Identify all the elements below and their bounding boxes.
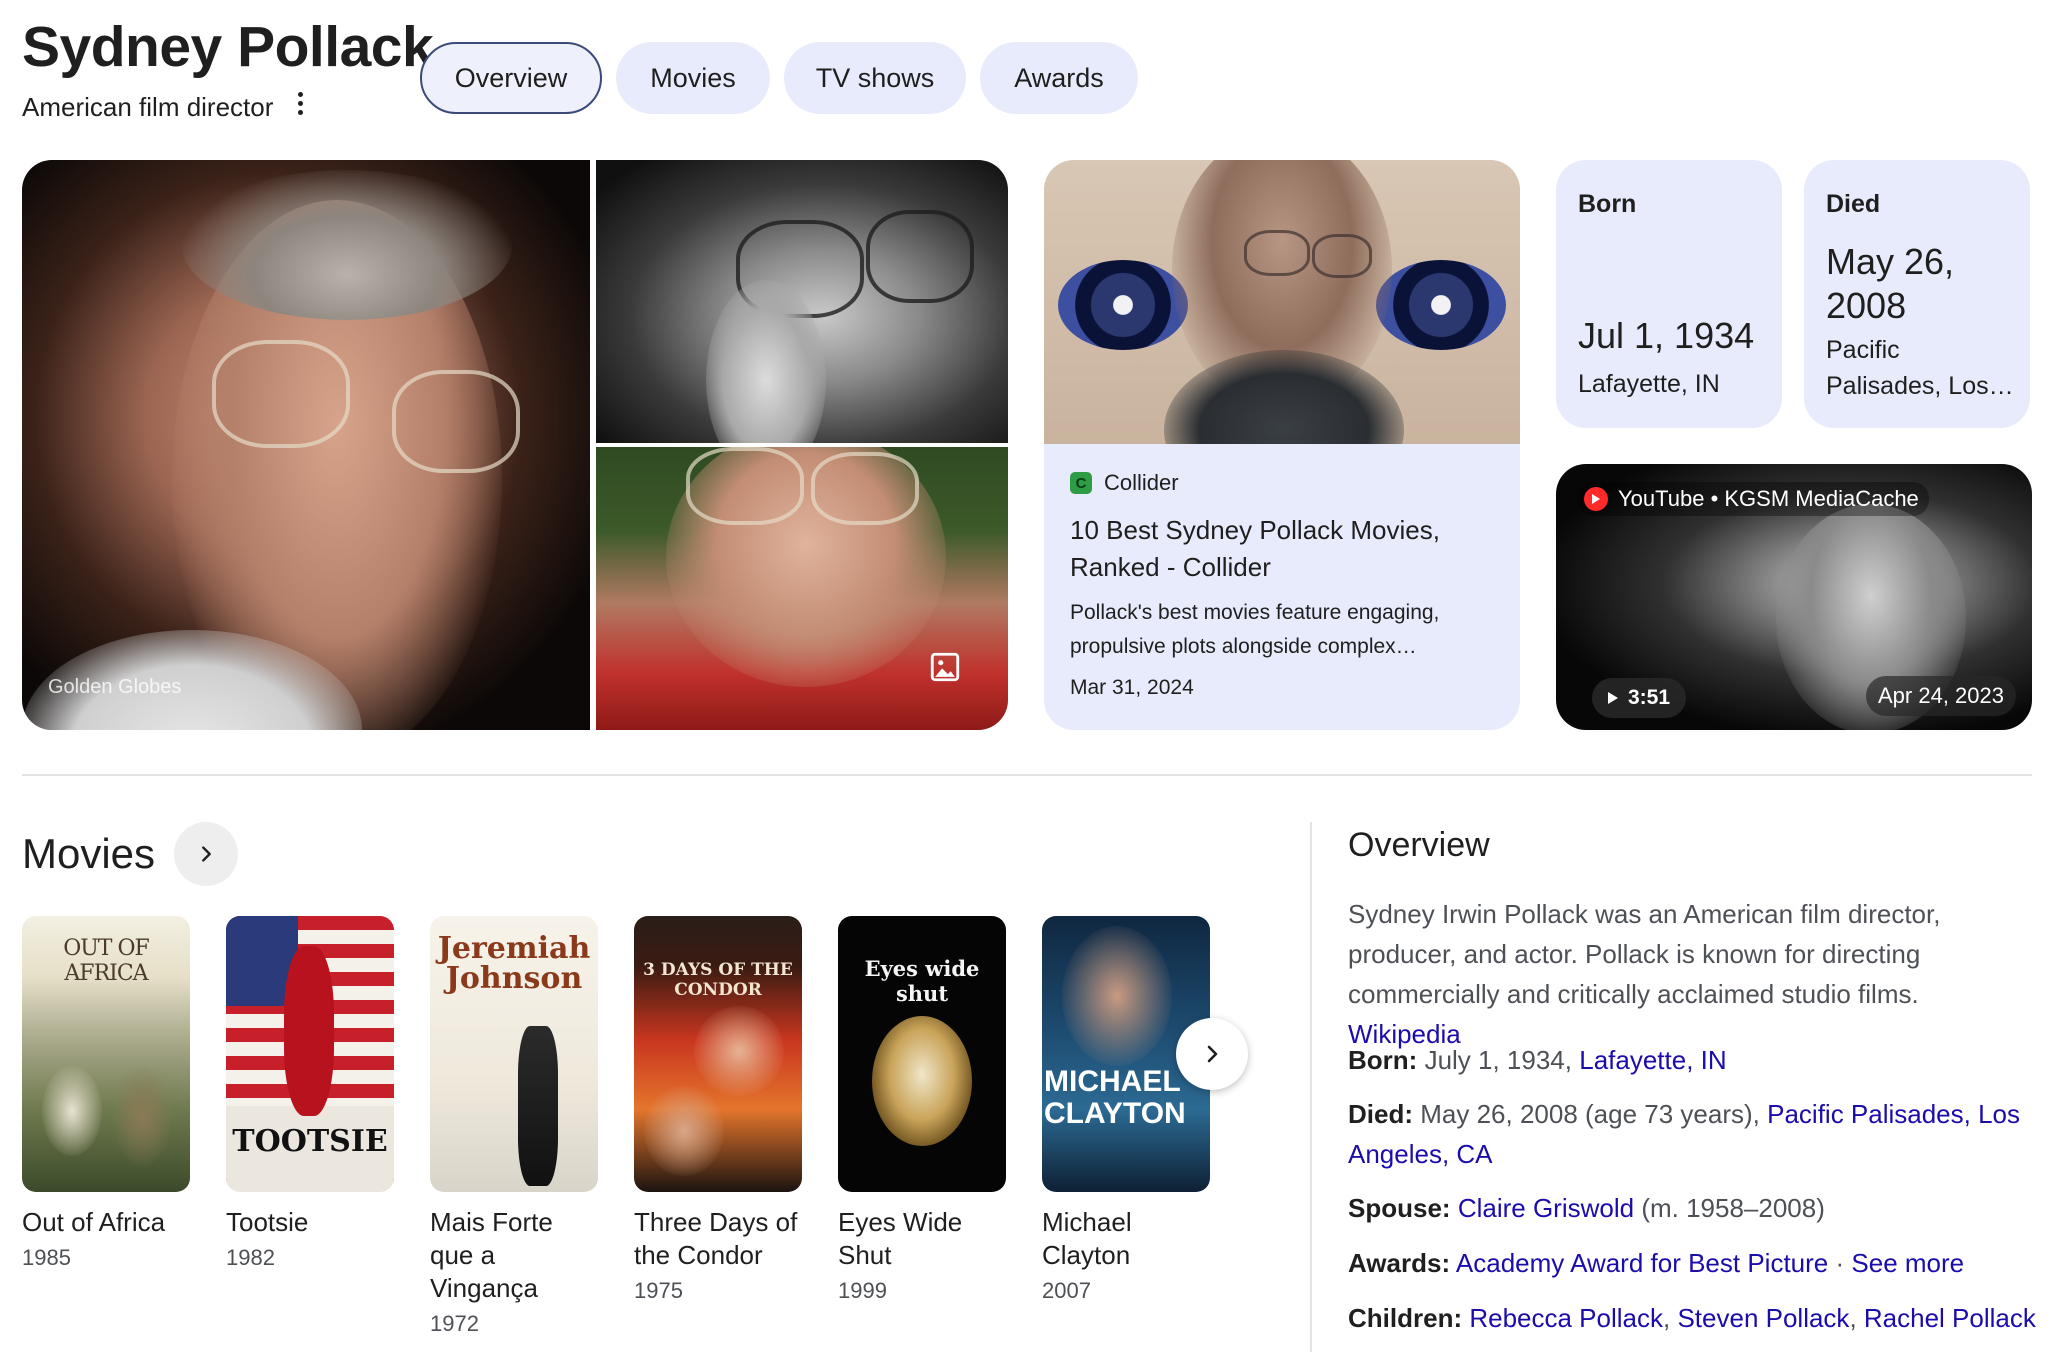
- more-options-icon[interactable]: [288, 88, 312, 118]
- video-duration: 3:51: [1628, 686, 1671, 709]
- tab-tv-shows[interactable]: TV shows: [784, 42, 966, 114]
- article-thumbnail: [1044, 160, 1520, 444]
- fact-born: Born: July 1, 1934, Lafayette, IN: [1348, 1040, 2038, 1080]
- movie-title: Three Days of the Condor: [634, 1207, 798, 1270]
- portrait-photo-red-jacket[interactable]: [596, 447, 1008, 730]
- born-place-link[interactable]: Lafayette, IN: [1579, 1045, 1726, 1075]
- fact-label: Children:: [1348, 1303, 1463, 1333]
- portrait-photo-main[interactable]: [22, 160, 590, 730]
- page-subtitle: American film director: [22, 92, 274, 122]
- video-source: YouTube • KGSM MediaCache: [1578, 482, 1929, 516]
- movie-card-out-of-africa[interactable]: OUT OF AFRICA Out of Africa 1985: [22, 916, 190, 1271]
- overview-heading: Overview: [1348, 826, 1490, 864]
- fact-value: (m. 1958–2008): [1641, 1193, 1825, 1223]
- overview-description: Sydney Irwin Pollack was an American fil…: [1348, 894, 2038, 1054]
- movie-title: Eyes Wide Shut: [838, 1207, 963, 1270]
- born-date: Jul 1, 1934: [1578, 315, 1755, 356]
- video-play-button[interactable]: 3:51: [1592, 678, 1687, 718]
- spouse-link[interactable]: Claire Griswold: [1458, 1193, 1634, 1223]
- fact-awards: Awards: Academy Award for Best Picture ·…: [1348, 1243, 2038, 1283]
- movie-card-three-days-of-the-condor[interactable]: 3 DAYS OF THE CONDOR Three Days of the C…: [634, 916, 802, 1304]
- image-icon[interactable]: [928, 650, 962, 684]
- tab-overview[interactable]: Overview: [420, 42, 602, 114]
- youtube-icon: [1584, 487, 1608, 511]
- tab-awards[interactable]: Awards: [980, 42, 1138, 114]
- video-source-label: YouTube • KGSM MediaCache: [1618, 486, 1919, 511]
- award-link[interactable]: Academy Award for Best Picture: [1456, 1248, 1828, 1278]
- overview-text: Sydney Irwin Pollack was an American fil…: [1348, 899, 1941, 1009]
- tab-bar: Overview Movies TV shows Awards: [420, 42, 1138, 114]
- fact-label: Awards:: [1348, 1248, 1451, 1278]
- child-link[interactable]: Steven Pollack: [1677, 1303, 1849, 1333]
- fact-value: May 26, 2008 (age 73 years),: [1420, 1099, 1760, 1129]
- movie-poster: Jeremiah Johnson: [430, 916, 598, 1192]
- movie-card-michael-clayton[interactable]: MICHAEL CLAYTON Michael Clayton 2007: [1042, 916, 1210, 1304]
- movie-card-eyes-wide-shut[interactable]: Eyes wide shut Eyes Wide Shut 1999: [838, 916, 1006, 1304]
- fact-label: Born:: [1348, 1045, 1418, 1075]
- article-source: C Collider: [1070, 470, 1179, 496]
- fact-died: Died: May 26, 2008 (age 73 years), Pacif…: [1348, 1094, 2038, 1174]
- movies-heading: Movies: [22, 830, 156, 877]
- movie-title: Tootsie: [226, 1207, 309, 1237]
- carousel-next-button[interactable]: [1176, 1018, 1248, 1090]
- play-icon: [1608, 692, 1618, 704]
- movie-title: Out of Africa: [22, 1207, 166, 1237]
- fact-label: Spouse:: [1348, 1193, 1451, 1223]
- fact-value: July 1, 1934,: [1424, 1045, 1572, 1075]
- movie-year: 2007: [1042, 1278, 1091, 1303]
- fact-label: Died:: [1348, 1099, 1413, 1129]
- born-label: Born: [1578, 190, 1637, 218]
- movie-poster: OUT OF AFRICA: [22, 916, 190, 1192]
- movie-card-jeremiah-johnson[interactable]: Jeremiah Johnson Mais Forte que a Vingan…: [430, 916, 598, 1337]
- movie-title: Michael Clayton: [1042, 1207, 1132, 1270]
- movie-title: Mais Forte que a Vingança: [430, 1207, 553, 1303]
- article-source-name: Collider: [1104, 470, 1179, 495]
- article-card[interactable]: C Collider 10 Best Sydney Pollack Movies…: [1044, 160, 1520, 730]
- fact-children: Children: Rebecca Pollack, Steven Pollac…: [1348, 1303, 2036, 1333]
- born-place: Lafayette, IN: [1578, 370, 1720, 398]
- section-divider: [22, 774, 2032, 776]
- image-gallery[interactable]: Golden Globes: [22, 160, 1008, 730]
- child-link[interactable]: Rachel Pollack: [1864, 1303, 2036, 1333]
- born-card[interactable]: Born Jul 1, 1934 Lafayette, IN: [1556, 160, 1782, 428]
- movie-poster: 3 DAYS OF THE CONDOR: [634, 916, 802, 1192]
- video-card[interactable]: YouTube • KGSM MediaCache 3:51 Apr 24, 2…: [1556, 464, 2032, 730]
- image-credit: Golden Globes: [48, 676, 182, 698]
- died-card[interactable]: Died May 26, 2008 Pacific Palisades, Los…: [1804, 160, 2030, 428]
- page-title: Sydney Pollack: [22, 15, 434, 79]
- see-more-link[interactable]: See more: [1851, 1248, 1964, 1278]
- column-divider: [1310, 822, 1312, 1352]
- tab-movies[interactable]: Movies: [616, 42, 770, 114]
- movie-card-tootsie[interactable]: TOOTSIE Tootsie 1982: [226, 916, 394, 1271]
- movie-poster: TOOTSIE: [226, 916, 394, 1192]
- movies-more-button[interactable]: [174, 822, 238, 886]
- movie-year: 1982: [226, 1245, 275, 1270]
- portrait-photo-bw[interactable]: [596, 160, 1008, 443]
- movie-year: 1975: [634, 1278, 683, 1303]
- collider-logo-icon: C: [1070, 472, 1092, 494]
- chevron-right-icon: [202, 846, 211, 862]
- article-title[interactable]: 10 Best Sydney Pollack Movies, Ranked - …: [1070, 512, 1490, 586]
- separator: ·: [1835, 1248, 1845, 1278]
- article-date: Mar 31, 2024: [1070, 676, 1194, 699]
- poster-title: TOOTSIE: [232, 1124, 388, 1159]
- movie-poster: Eyes wide shut: [838, 916, 1006, 1192]
- video-date: Apr 24, 2023: [1866, 676, 2016, 716]
- movie-year: 1985: [22, 1245, 71, 1270]
- died-date: May 26, 2008: [1826, 241, 1955, 326]
- article-snippet: Pollack's best movies feature engaging, …: [1070, 601, 1440, 658]
- fact-spouse: Spouse: Claire Griswold (m. 1958–2008): [1348, 1188, 2038, 1228]
- poster-title: Eyes wide shut: [864, 956, 980, 1006]
- movie-year: 1999: [838, 1278, 887, 1303]
- died-label: Died: [1826, 190, 1881, 218]
- poster-title: OUT OF AFRICA: [63, 936, 150, 986]
- chevron-right-icon: [1207, 1045, 1218, 1063]
- died-place: Pacific Palisades, Los…: [1826, 336, 2014, 400]
- movie-year: 1972: [430, 1311, 479, 1336]
- poster-title: Jeremiah Johnson: [437, 931, 591, 996]
- poster-title: 3 DAYS OF THE CONDOR: [643, 960, 793, 1000]
- child-link[interactable]: Rebecca Pollack: [1469, 1303, 1663, 1333]
